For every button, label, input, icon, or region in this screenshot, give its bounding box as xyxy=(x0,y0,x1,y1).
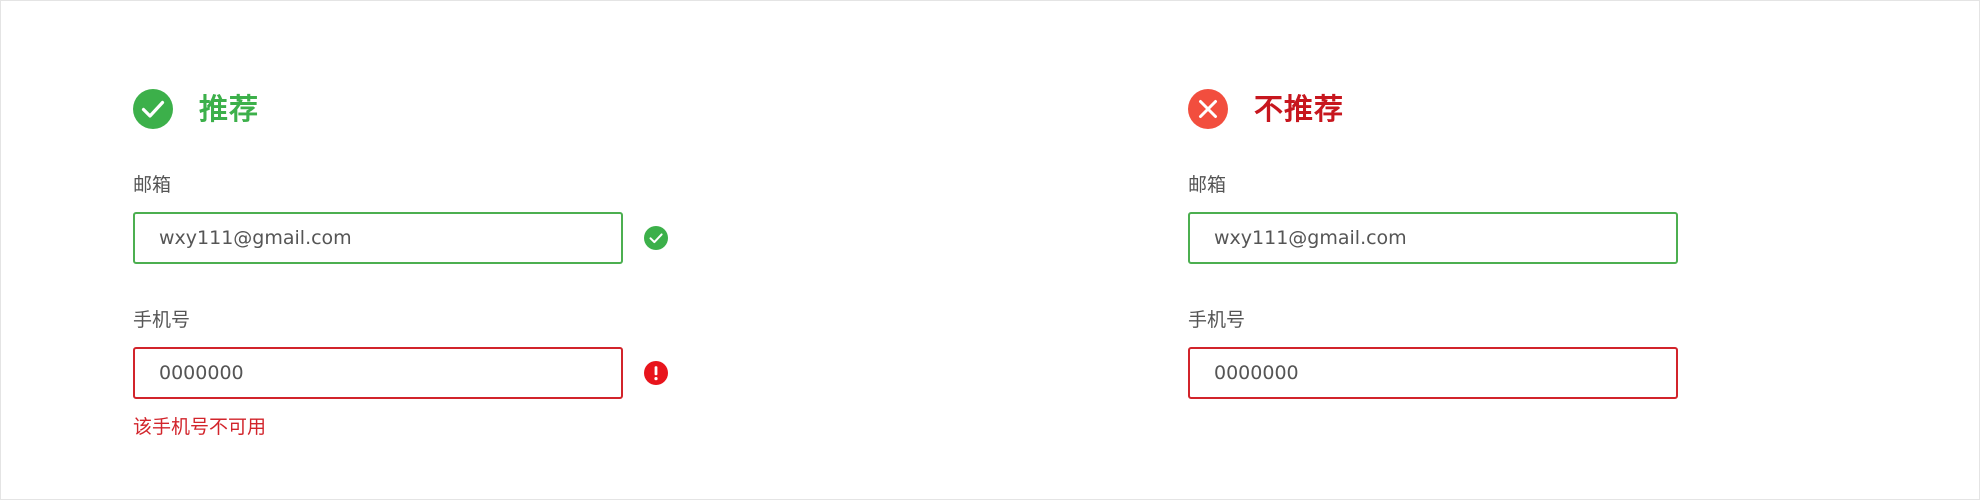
email-label: 邮箱 xyxy=(1188,174,1227,196)
recommended-panel: 推荐 邮箱 手机号 该手机号不可用 xyxy=(133,1,833,499)
x-circle-icon xyxy=(1188,89,1228,129)
not-recommended-header: 不推荐 xyxy=(1188,88,1344,130)
phone-input[interactable] xyxy=(159,362,621,384)
phone-field[interactable] xyxy=(1188,347,1678,399)
check-circle-icon xyxy=(133,89,173,129)
not-recommended-title: 不推荐 xyxy=(1254,92,1345,126)
success-check-icon xyxy=(644,226,668,250)
phone-error-message: 该手机号不可用 xyxy=(133,416,267,438)
error-exclamation-icon xyxy=(644,361,668,385)
phone-input[interactable] xyxy=(1214,362,1676,384)
phone-label: 手机号 xyxy=(133,309,191,331)
not-recommended-panel: 不推荐 邮箱 手机号 xyxy=(1188,1,1888,499)
example-frame: 推荐 邮箱 手机号 该手机号不可用 不推荐 邮箱 xyxy=(0,0,1980,500)
recommended-header: 推荐 xyxy=(133,88,259,130)
email-field[interactable] xyxy=(133,212,623,264)
email-input[interactable] xyxy=(1214,227,1676,249)
email-input[interactable] xyxy=(159,227,621,249)
email-label: 邮箱 xyxy=(133,174,172,196)
phone-field[interactable] xyxy=(133,347,623,399)
email-field[interactable] xyxy=(1188,212,1678,264)
recommended-title: 推荐 xyxy=(199,92,260,126)
phone-label: 手机号 xyxy=(1188,309,1246,331)
